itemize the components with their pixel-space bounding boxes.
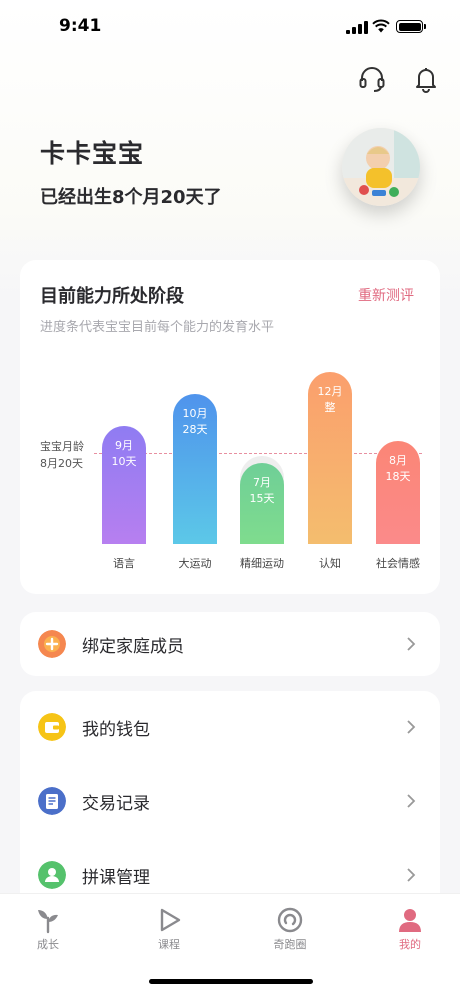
wifi-icon (372, 19, 390, 33)
status-bar: 9:41 (0, 0, 460, 56)
bell-icon[interactable] (411, 64, 441, 94)
add-family-icon (38, 630, 66, 658)
bar-value-label: 7月 15天 (249, 476, 275, 506)
category-label: 大运动 (178, 557, 212, 570)
baby-age: 已经出生8个月20天了 (40, 187, 222, 208)
family-card: 绑定家庭成员 (20, 612, 440, 676)
menu-item-family[interactable]: 绑定家庭成员 (20, 612, 440, 676)
person-icon (399, 909, 421, 932)
sprout-icon (38, 910, 58, 934)
menu-item-wallet[interactable]: 我的钱包 (20, 695, 440, 759)
reference-label: 宝宝月龄 8月20天 (40, 438, 84, 472)
reference-label-title: 宝宝月龄 (40, 440, 84, 453)
reference-label-value: 8月20天 (40, 457, 83, 470)
baby-photo (342, 128, 420, 206)
ability-stage-card: 目前能力所处阶段 重新测评 进度条代表宝宝目前每个能力的发育水平 宝宝月龄 8月… (20, 260, 440, 594)
ability-bar-chart: 宝宝月龄 8月20天 9月 10天语言 10月 28天大运动 7月 15天精细运动 12月整… (20, 260, 440, 594)
headset-icon[interactable] (357, 64, 387, 94)
play-icon (160, 908, 181, 932)
account-card: 我的钱包 交易记录 拼课管理 (20, 691, 440, 911)
tab-growth[interactable]: 成长 (2, 894, 94, 954)
tab-label-mine: 我的 (399, 938, 421, 951)
status-time: 9:41 (59, 16, 102, 36)
cellular-signal-icon (346, 21, 368, 34)
menu-label-wallet: 我的钱包 (82, 720, 150, 740)
category-label: 精细运动 (240, 557, 284, 570)
menu-label-group-course: 拼课管理 (82, 868, 150, 888)
tab-mine[interactable]: 我的 (364, 894, 456, 954)
menu-item-transactions[interactable]: 交易记录 (20, 769, 440, 833)
chevron-right-icon (407, 637, 416, 651)
bar-value-label: 8月 18天 (385, 453, 411, 483)
tab-label-circle: 奇跑圈 (273, 938, 307, 951)
bar-value-label: 10月 28天 (182, 406, 208, 436)
chevron-right-icon (407, 720, 416, 734)
chevron-right-icon (407, 794, 416, 808)
category-label: 社会情感 (376, 557, 420, 570)
home-indicator (149, 979, 313, 984)
avatar[interactable] (342, 128, 420, 206)
menu-label-transactions: 交易记录 (82, 794, 150, 814)
bar-value-label: 9月 10天 (111, 439, 137, 469)
bar-value-label: 12月整 (317, 385, 343, 415)
category-label: 语言 (113, 557, 135, 570)
baby-name: 卡卡宝宝 (40, 139, 145, 168)
chevron-right-icon (407, 868, 416, 882)
tab-courses[interactable]: 课程 (123, 894, 215, 954)
circle-icon (277, 907, 303, 933)
tab-label-growth: 成长 (37, 938, 59, 951)
battery-icon (396, 20, 426, 33)
wallet-icon (38, 713, 66, 741)
receipt-icon (38, 787, 66, 815)
group-course-icon (38, 861, 66, 889)
menu-label-family: 绑定家庭成员 (82, 637, 184, 657)
tab-label-courses: 课程 (158, 938, 180, 951)
category-label: 认知 (319, 557, 341, 570)
tab-circle[interactable]: 奇跑圈 (244, 894, 336, 954)
